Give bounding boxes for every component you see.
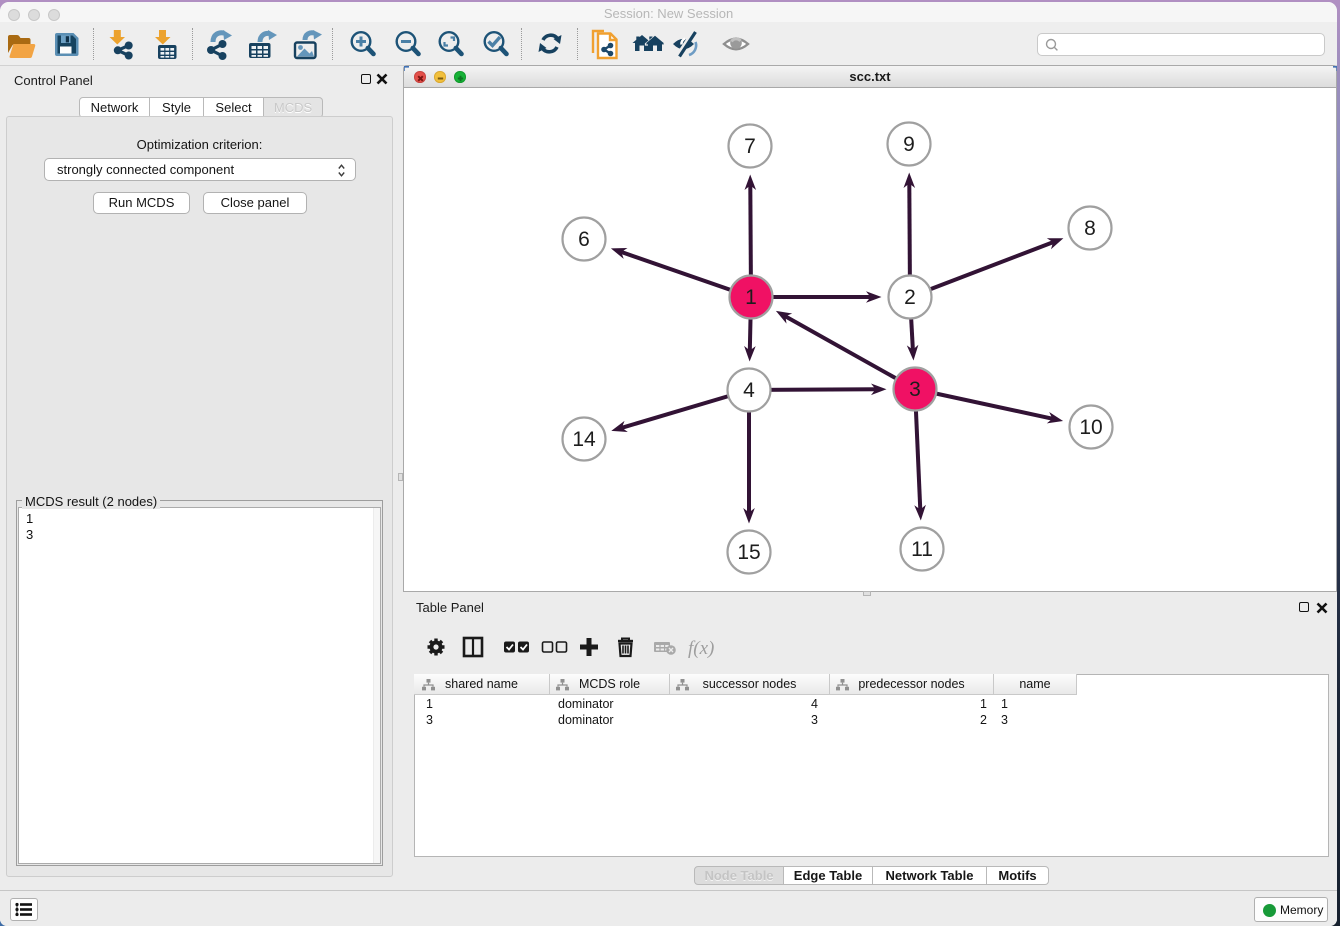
svg-text:2: 2 [904, 286, 916, 309]
svg-text:8: 8 [1084, 217, 1096, 240]
svg-text:f(x): f(x) [688, 638, 714, 659]
svg-text:10: 10 [1079, 416, 1102, 439]
svg-text:9: 9 [903, 133, 915, 156]
svg-text:11: 11 [911, 538, 933, 561]
svg-text:6: 6 [578, 228, 590, 251]
svg-text:4: 4 [743, 379, 755, 402]
svg-text:7: 7 [744, 135, 756, 158]
svg-text:1: 1 [745, 286, 757, 309]
svg-text:14: 14 [572, 428, 596, 451]
svg-text:3: 3 [909, 378, 921, 401]
svg-text:15: 15 [737, 541, 760, 564]
